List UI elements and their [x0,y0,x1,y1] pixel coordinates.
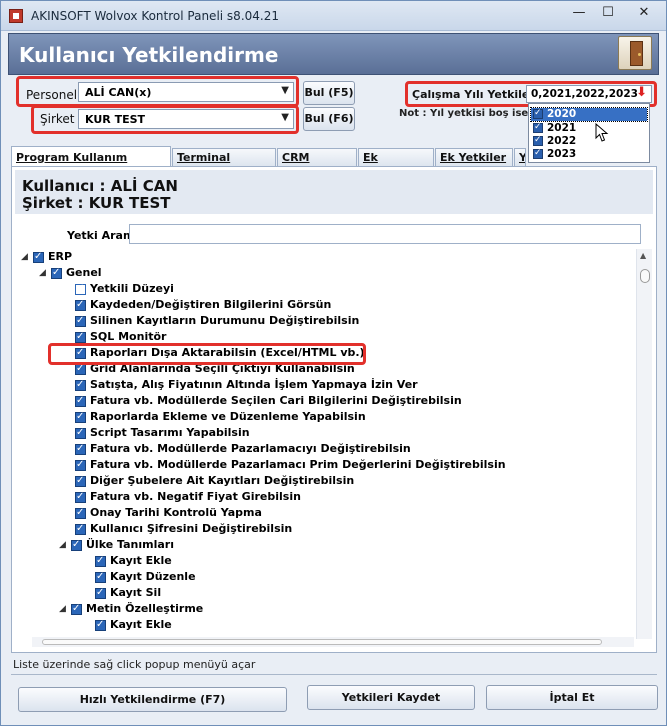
door-exit-icon [630,41,643,66]
tab-program[interactable]: Program Kullanım Yetkileri [11,146,171,177]
tree-node[interactable]: Raporlarda Ekleme ve Düzenleme Yapabilsi… [75,410,366,426]
app-icon [9,9,23,23]
year-option[interactable]: 2021 [531,121,647,135]
window-title: AKINSOFT Wolvox Kontrol Paneli s8.04.21 [31,9,279,23]
checkbox-icon[interactable] [95,586,106,600]
find-sirket-button[interactable]: Bul (F6) [303,107,355,131]
tree-node[interactable]: ◢Genel [39,266,102,282]
checkbox-icon[interactable] [51,266,62,280]
scroll-thumb[interactable] [640,269,650,283]
tree-node[interactable]: ◢ERP [21,250,72,266]
checkbox-icon[interactable] [33,250,44,264]
exit-button[interactable] [618,36,652,70]
tab-terminal[interactable]: Terminal Yetkileri [172,148,276,177]
checkbox-icon[interactable] [75,410,86,424]
checkbox-icon[interactable] [75,394,86,408]
save-button[interactable]: Yetkileri Kaydet [307,685,475,710]
divider [11,674,657,675]
checkbox-icon[interactable] [75,282,86,296]
tree-node[interactable]: Kayıt Ekle [95,618,172,634]
horizontal-scrollbar[interactable] [32,637,634,647]
year-option[interactable]: 2022 [531,134,647,148]
tree-node[interactable]: Kayıt Sil [95,586,161,602]
checkbox-icon[interactable] [75,330,86,344]
scroll-up-icon[interactable]: ▲ [640,251,646,260]
tree-node[interactable]: Fatura vb. Negatif Fiyat Girebilsin [75,490,301,506]
checkbox-icon[interactable] [95,618,106,632]
tree-node[interactable]: Kullanıcı Şifresini Değiştirebilsin [75,522,292,538]
collapse-icon[interactable]: ◢ [21,250,33,264]
tree-node[interactable]: Silinen Kayıtların Durumunu Değiştirebil… [75,314,359,330]
tab-ek2[interactable]: Ek Yetkiler 2 [435,148,513,177]
tree-node[interactable]: Onay Tarihi Kontrolü Yapma [75,506,262,522]
checkbox-icon[interactable] [75,314,86,328]
vertical-scrollbar[interactable]: ▲ [636,249,652,639]
permissions-panel: Kullanıcı : ALİ CAN Şirket : KUR TEST Ye… [11,166,657,653]
collapse-icon[interactable]: ◢ [59,602,71,616]
user-label: Kullanıcı : ALİ CAN [22,177,178,195]
tree-node[interactable]: Script Tasarımı Yapabilsin [75,426,250,442]
tree-node[interactable]: Fatura vb. Modüllerde Pazarlamacıyı Deği… [75,442,411,458]
collapse-icon[interactable]: ◢ [39,266,51,280]
tree-node[interactable]: Yetkili Düzeyi [75,282,174,298]
search-input[interactable] [129,224,641,244]
tab-bar: Program Kullanım Yetkileri Terminal Yetk… [11,146,657,177]
user-info: Kullanıcı : ALİ CAN Şirket : KUR TEST [15,170,653,214]
tree-node[interactable]: Fatura vb. Modüllerde Seçilen Cari Bilgi… [75,394,462,410]
checkbox-icon[interactable] [75,490,86,504]
checkbox-icon[interactable] [75,522,86,536]
checkbox-icon[interactable] [533,121,543,134]
tree-node[interactable]: ◢Metin Özelleştirme [59,602,203,618]
quick-auth-button[interactable]: Hızlı Yetkilendirme (F7) [18,687,287,712]
highlight-personel [16,76,299,107]
checkbox-icon[interactable] [75,378,86,392]
highlight-export-permission [48,343,366,365]
tree-node[interactable]: Satışta, Alış Fiyatının Altında İşlem Ya… [75,378,418,394]
tab-crm[interactable]: CRM Aktivite [277,148,357,177]
permission-tree[interactable]: ◢ERP ◢Genel Yetkili Düzeyi Kaydeden/Deği… [15,249,635,639]
checkbox-icon[interactable] [95,570,106,584]
close-button[interactable]: ✕ [631,3,657,23]
page-header: Kullanıcı Yetkilendirme [8,33,659,75]
tree-node[interactable]: Kaydeden/Değiştiren Bilgilerini Görsün [75,298,331,314]
checkbox-icon[interactable] [71,538,82,552]
year-option[interactable]: 2020 [530,107,648,122]
find-personel-button[interactable]: Bul (F5) [303,81,355,105]
tab-ek1[interactable]: Ek Yetkiler 1 [358,148,434,177]
checkbox-icon[interactable] [75,298,86,312]
checkbox-icon[interactable] [75,442,86,456]
page-title: Kullanıcı Yetkilendirme [19,43,279,67]
minimize-button[interactable]: — [566,3,592,23]
tree-node[interactable]: ◢Ülke Tanımları [59,538,174,554]
tree-node[interactable]: Kayıt Ekle [95,554,172,570]
checkbox-icon[interactable] [533,107,543,120]
company-label: Şirket : KUR TEST [22,194,171,212]
status-text: Liste üzerinde sağ click popup menüyü aç… [13,658,256,671]
scroll-thumb[interactable] [42,639,602,645]
tab-more[interactable]: Y [514,148,526,166]
tree-node[interactable]: Kayıt Düzenle [95,570,196,586]
title-bar: AKINSOFT Wolvox Kontrol Paneli s8.04.21 … [1,1,666,31]
checkbox-icon[interactable] [75,426,86,440]
tree-node[interactable]: Diğer Şubelere Ait Kayıtları Değiştirebi… [75,474,354,490]
checkbox-icon[interactable] [71,602,82,616]
checkbox-icon[interactable] [75,458,86,472]
collapse-icon[interactable]: ◢ [59,538,71,552]
checkbox-icon[interactable] [75,474,86,488]
mouse-cursor-icon [595,123,609,142]
main-window: AKINSOFT Wolvox Kontrol Paneli s8.04.21 … [0,0,667,726]
maximize-button[interactable]: ☐ [595,3,621,23]
checkbox-icon[interactable] [75,362,86,376]
checkbox-icon[interactable] [95,554,106,568]
highlight-sirket [31,105,299,134]
cancel-button[interactable]: İptal Et [486,685,658,710]
checkbox-icon[interactable] [533,134,543,147]
tree-node[interactable]: Fatura vb. Modüllerde Pazarlamacı Prim D… [75,458,506,474]
checkbox-icon[interactable] [75,506,86,520]
